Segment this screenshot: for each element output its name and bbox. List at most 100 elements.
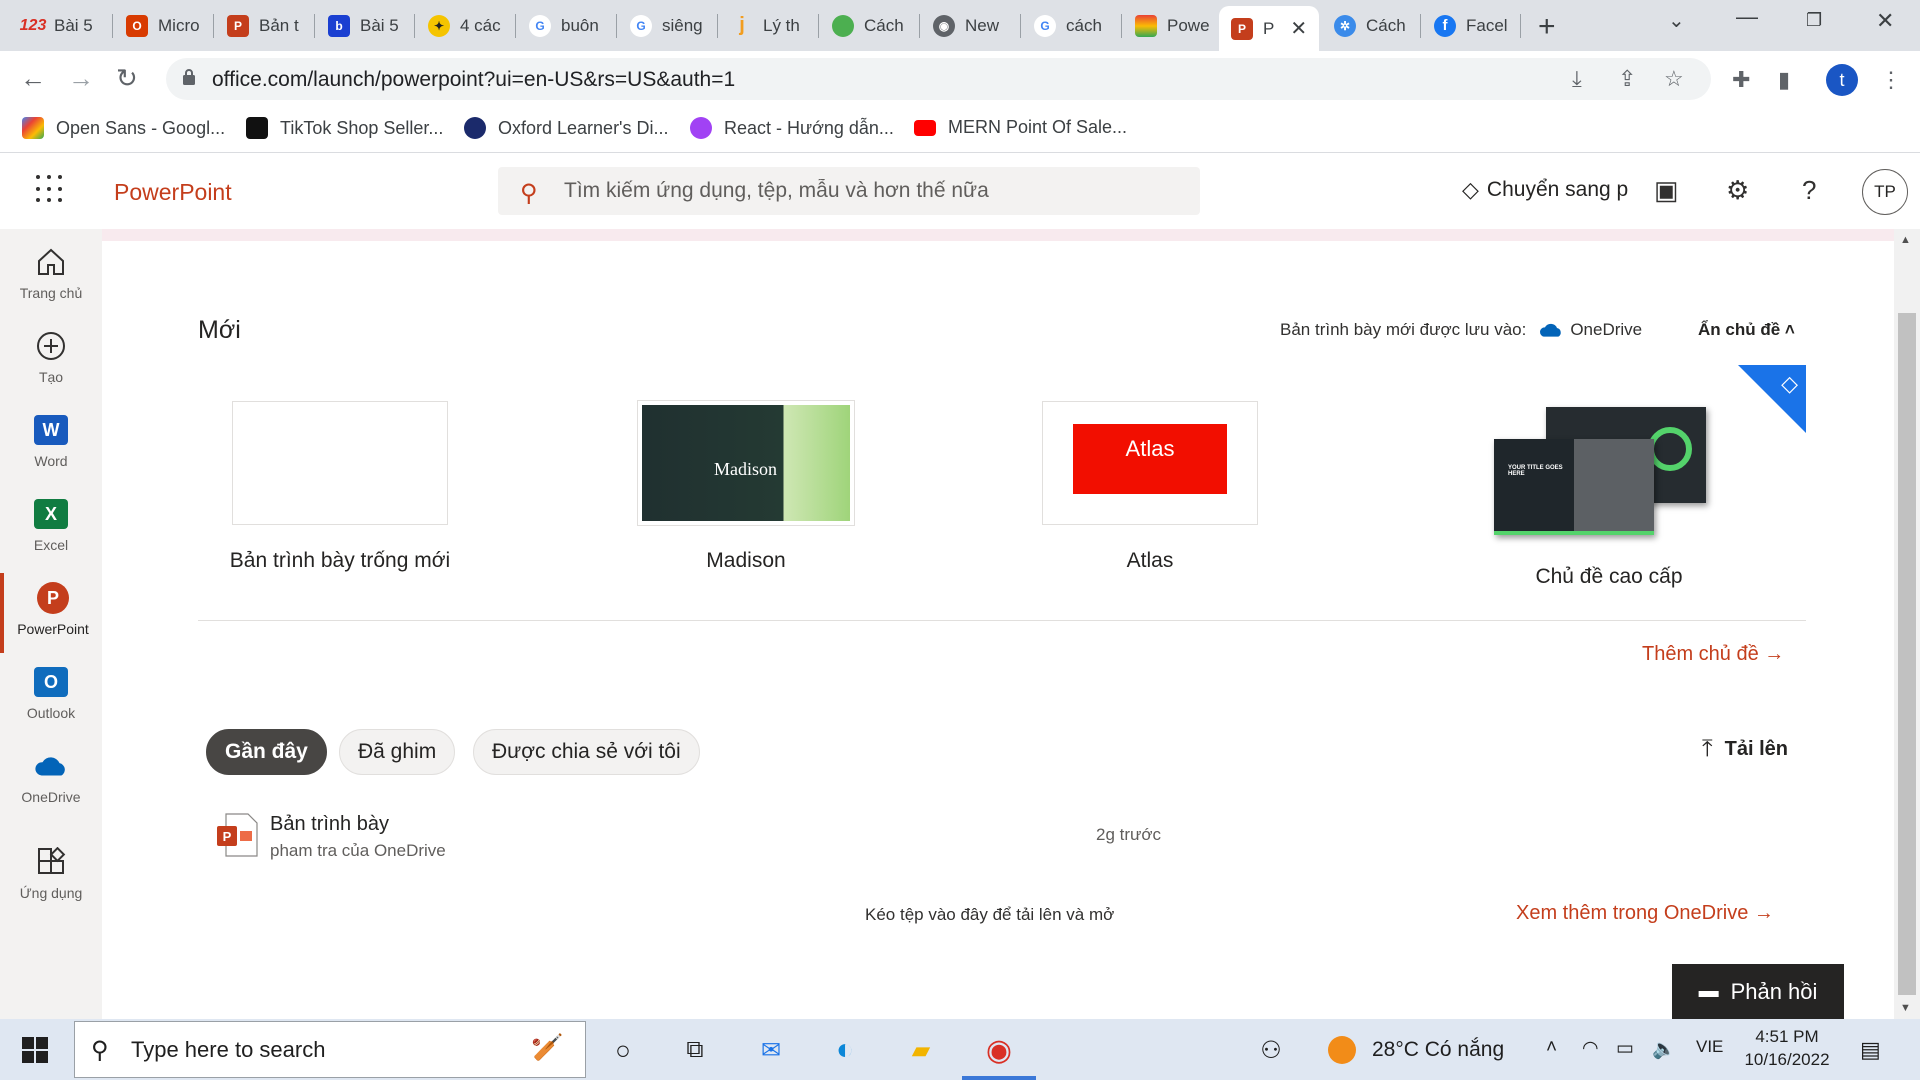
onedrive-icon xyxy=(34,749,68,783)
mail-icon[interactable]: ✉ xyxy=(752,1031,790,1069)
tab-shared[interactable]: Được chia sẻ với tôi xyxy=(473,729,700,775)
save-location: Bản trình bày mới được lưu vào: OneDrive xyxy=(1280,320,1643,340)
template-blank[interactable]: Bản trình bày trống mới xyxy=(190,401,490,573)
language-indicator[interactable]: VIE xyxy=(1696,1037,1723,1057)
rail-item-word[interactable]: W Word xyxy=(0,405,102,485)
rail-item-home[interactable]: Trang chủ xyxy=(0,237,102,317)
office-search[interactable]: ⚲ xyxy=(498,167,1200,215)
volume-icon[interactable]: 🔈 xyxy=(1652,1037,1676,1061)
template-madison[interactable]: Madison Madison xyxy=(596,401,896,573)
windows-start-icon[interactable] xyxy=(22,1037,48,1063)
bookmark-item[interactable]: Oxford Learner's Di... xyxy=(464,117,669,139)
star-icon[interactable]: ☆ xyxy=(1664,66,1684,92)
office-header: PowerPoint ⚲ ◇ Chuyển sang p ▣ ⚙ ? TP xyxy=(0,153,1920,229)
template-premium-themes[interactable]: ◇ YOUR TITLE GOES HERE Chủ đề cao cấp xyxy=(1494,365,1806,605)
tab-recent[interactable]: Gần đây xyxy=(206,729,327,775)
search-input[interactable] xyxy=(564,167,1184,215)
hide-themes-toggle[interactable]: Ẩn chủ đề ˄ xyxy=(1698,320,1795,340)
browser-tab-active[interactable]: P P ✕ xyxy=(1219,6,1319,51)
minimize-icon[interactable]: — xyxy=(1736,4,1758,30)
feedback-button[interactable]: ▬ Phản hồi xyxy=(1672,964,1844,1019)
browser-tab[interactable]: f Facel xyxy=(1422,6,1518,45)
close-window-icon[interactable]: ✕ xyxy=(1876,8,1894,34)
file-name[interactable]: Bản trình bày xyxy=(270,813,389,836)
browser-tab[interactable]: b Bài 5 xyxy=(316,6,412,45)
rail-item-powerpoint[interactable]: P PowerPoint xyxy=(0,573,102,653)
clock[interactable]: 4:51 PM 10/16/2022 xyxy=(1732,1025,1842,1071)
rail-item-onedrive[interactable]: OneDrive xyxy=(0,741,102,821)
browser-tab[interactable]: 123 Bài 5 xyxy=(10,6,102,45)
browser-tab[interactable]: G cách xyxy=(1022,6,1118,45)
scrollbar-thumb[interactable] xyxy=(1898,313,1916,995)
more-themes-link[interactable]: Thêm chủ đề → xyxy=(1642,643,1784,666)
rail-item-excel[interactable]: X Excel xyxy=(0,489,102,569)
app-title[interactable]: PowerPoint xyxy=(114,179,232,206)
people-icon[interactable]: ⚇ xyxy=(1252,1031,1290,1069)
battery-icon[interactable]: ▭ xyxy=(1616,1037,1634,1060)
settings-icon[interactable]: ⚙ xyxy=(1726,175,1749,206)
chevron-up-icon[interactable]: ˄ xyxy=(1546,1037,1557,1059)
address-bar[interactable]: office.com/launch/powerpoint?ui=en-US&rs… xyxy=(166,58,1711,100)
taskbar-search-input[interactable] xyxy=(131,1022,531,1077)
scroll-down-icon[interactable]: ▼ xyxy=(1900,1002,1911,1014)
notifications-icon[interactable]: ▤ xyxy=(1860,1037,1881,1063)
google-fonts-icon xyxy=(22,117,44,139)
browser-tab[interactable]: ✲ Cách xyxy=(1322,6,1418,45)
tab-pinned[interactable]: Đã ghim xyxy=(339,729,456,775)
bookmark-item[interactable]: TikTok Shop Seller... xyxy=(246,117,443,139)
scroll-up-icon[interactable]: ▲ xyxy=(1900,234,1911,246)
app-launcher-icon[interactable] xyxy=(36,175,64,203)
template-atlas[interactable]: Atlas Atlas xyxy=(1000,401,1300,573)
chrome-taskbar-icon[interactable]: ◉ xyxy=(980,1031,1018,1069)
weather-widget[interactable]: 28°C Có nắng xyxy=(1328,1036,1504,1064)
new-tab-icon[interactable]: + xyxy=(1538,10,1556,44)
browser-tab[interactable]: O Micro xyxy=(114,6,208,45)
edge-icon[interactable]: ◐ xyxy=(826,1031,864,1069)
save-location-onedrive[interactable]: OneDrive xyxy=(1538,320,1642,340)
browser-tab[interactable]: Powe xyxy=(1123,6,1219,45)
main-content: Mới Bản trình bày mới được lưu vào: OneD… xyxy=(102,241,1894,1019)
bookmark-item[interactable]: React - Hướng dẫn... xyxy=(690,117,894,139)
bookmark-item[interactable]: Open Sans - Googl... xyxy=(22,117,225,139)
browser-tab[interactable]: G siêng xyxy=(618,6,714,45)
back-icon[interactable]: ← xyxy=(20,63,46,94)
browser-tab[interactable]: G buôn xyxy=(517,6,613,45)
bookmark-item[interactable]: MERN Point Of Sale... xyxy=(914,117,1127,138)
see-more-onedrive-link[interactable]: Xem thêm trong OneDrive → xyxy=(1516,902,1774,925)
chevron-down-icon[interactable]: ⌄ xyxy=(1668,8,1685,33)
task-view-icon[interactable]: ⧉ xyxy=(676,1031,714,1069)
diamond-icon: ◇ xyxy=(1462,177,1479,202)
meet-icon[interactable]: ▣ xyxy=(1654,175,1679,206)
url-text[interactable]: office.com/launch/powerpoint?ui=en-US&rs… xyxy=(212,68,735,92)
forward-icon[interactable]: → xyxy=(68,63,94,94)
office-icon: O xyxy=(126,14,148,37)
browser-tab[interactable]: j Lý th xyxy=(719,6,815,45)
share-icon[interactable]: ⇪ xyxy=(1618,66,1636,92)
rail-item-outlook[interactable]: O Outlook xyxy=(0,657,102,737)
extensions-icon[interactable]: ✚ xyxy=(1732,67,1750,93)
reload-icon[interactable]: ↻ xyxy=(116,63,138,94)
file-row[interactable]: P Bản trình bày pham tra của OneDrive 2g… xyxy=(198,811,1806,871)
diamond-icon: ◇ xyxy=(1781,371,1798,396)
file-explorer-icon[interactable]: ▰ xyxy=(902,1031,940,1069)
restore-icon[interactable]: ❐ xyxy=(1806,10,1822,31)
profile-avatar[interactable]: t xyxy=(1826,64,1858,96)
close-tab-icon[interactable]: ✕ xyxy=(1290,16,1307,41)
browser-tab[interactable]: ◉ New xyxy=(921,6,1017,45)
cortana-icon[interactable]: ○ xyxy=(604,1031,642,1069)
browser-tab[interactable]: P Bản t xyxy=(215,6,309,45)
taskbar-search[interactable]: ⚲ 🏏 xyxy=(74,1021,586,1078)
wifi-icon[interactable]: ◠ xyxy=(1582,1037,1599,1060)
upgrade-premium-button[interactable]: ◇ Chuyển sang p xyxy=(1462,177,1632,203)
side-panel-icon[interactable]: ▮ xyxy=(1778,67,1790,93)
rail-item-apps[interactable]: Ứng dụng xyxy=(0,837,102,917)
more-menu-icon[interactable]: ⋮ xyxy=(1880,67,1902,93)
upload-button[interactable]: ⤒ Tải lên xyxy=(1702,735,1788,763)
install-icon[interactable]: ⤓ xyxy=(1572,66,1582,92)
user-avatar[interactable]: TP xyxy=(1862,169,1908,215)
help-icon[interactable]: ? xyxy=(1802,175,1816,206)
browser-tab[interactable]: Cách xyxy=(820,6,916,45)
excel-icon: X xyxy=(34,497,68,531)
rail-item-create[interactable]: Tạo xyxy=(0,321,102,401)
browser-tab[interactable]: ✦ 4 các xyxy=(416,6,512,45)
